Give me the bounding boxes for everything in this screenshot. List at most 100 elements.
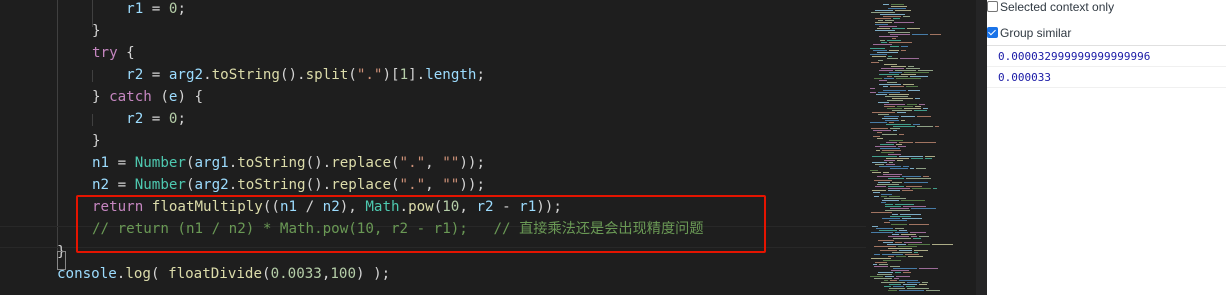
- minimap-line: [893, 130, 897, 131]
- code-token: ".": [399, 155, 426, 171]
- minimap-line: [871, 258, 891, 259]
- minimap-line: [879, 26, 897, 27]
- minimap-line: [882, 200, 899, 201]
- minimap-line: [872, 112, 895, 113]
- minimap-line: [893, 268, 917, 269]
- minimap-line: [899, 142, 913, 143]
- code-token: )[: [382, 67, 400, 83]
- minimap-line: [884, 106, 895, 107]
- minimap-line: [917, 116, 931, 117]
- minimap-line: [892, 214, 898, 215]
- code-line: }: [92, 20, 101, 42]
- minimap-line: [877, 138, 883, 139]
- minimap-line: [908, 244, 930, 245]
- minimap-line: [901, 234, 916, 235]
- minimap-line: [890, 86, 904, 87]
- minimap-line: [870, 276, 883, 277]
- minimap-line: [885, 276, 894, 277]
- minimap-line: [919, 236, 929, 237]
- minimap-line: [872, 162, 887, 163]
- minimap[interactable]: [866, 0, 976, 295]
- code-token: =: [151, 111, 169, 127]
- minimap-line: [923, 108, 928, 109]
- minimap-line: [873, 44, 892, 45]
- minimap-line: [884, 280, 888, 281]
- minimap-line: [871, 232, 893, 233]
- minimap-line: [870, 48, 885, 49]
- minimap-line: [881, 194, 892, 195]
- code-token: n1: [92, 155, 118, 171]
- minimap-line: [888, 188, 910, 189]
- minimap-line: [882, 254, 903, 255]
- minimap-line: [892, 28, 905, 29]
- code-token: ().: [279, 67, 306, 83]
- minimap-line: [897, 160, 903, 161]
- minimap-line: [874, 78, 882, 79]
- selected-context-checkbox[interactable]: [987, 1, 998, 12]
- group-similar-checkbox[interactable]: [987, 27, 998, 38]
- minimap-line: [888, 248, 912, 249]
- minimap-line: [890, 208, 909, 209]
- code-token: arg2: [168, 67, 204, 83]
- minimap-line: [877, 184, 899, 185]
- minimap-line: [903, 16, 910, 17]
- minimap-line: [896, 78, 921, 79]
- minimap-line: [899, 230, 907, 231]
- code-token: 1: [399, 67, 409, 83]
- minimap-line: [889, 140, 903, 141]
- minimap-line: [885, 20, 894, 21]
- minimap-line: [871, 62, 879, 63]
- minimap-line: [875, 22, 892, 23]
- minimap-line: [875, 186, 886, 187]
- minimap-line: [906, 86, 918, 87]
- code-token: =: [117, 177, 135, 193]
- minimap-line: [888, 178, 904, 179]
- minimap-line: [874, 180, 892, 181]
- console-message: 0.000033: [987, 67, 1226, 88]
- minimap-line: [873, 50, 887, 51]
- minimap-line: [901, 116, 915, 117]
- minimap-line: [893, 126, 915, 127]
- minimap-line: [897, 112, 906, 113]
- code-token: ".": [399, 177, 426, 193]
- minimap-line: [889, 42, 912, 43]
- code-token: .: [228, 177, 238, 193]
- code-token: ().: [305, 155, 332, 171]
- minimap-line: [891, 270, 909, 271]
- code-line: }: [92, 130, 101, 152]
- minimap-line: [871, 128, 888, 129]
- minimap-line: [879, 80, 887, 81]
- minimap-line: [890, 266, 900, 267]
- selected-context-label: Selected context only: [1000, 0, 1115, 14]
- code-token: }: [92, 89, 110, 105]
- code-token: r2: [92, 67, 152, 83]
- code-token: 100: [330, 266, 356, 282]
- minimap-line: [886, 158, 909, 159]
- minimap-line: [933, 188, 937, 189]
- code-token: r2: [92, 111, 152, 127]
- minimap-line: [881, 282, 905, 283]
- minimap-line: [878, 114, 889, 115]
- code-token: ,: [425, 177, 443, 193]
- code-editor[interactable]: r1 = 0;} try { r2 = arg2.toString().split…: [0, 0, 866, 295]
- minimap-line: [886, 164, 895, 165]
- code-token: =: [151, 67, 169, 83]
- minimap-line: [881, 68, 904, 69]
- minimap-line: [906, 68, 920, 69]
- minimap-line: [892, 110, 912, 111]
- minimap-line: [873, 130, 891, 131]
- minimap-line: [880, 14, 905, 15]
- minimap-line: [870, 88, 875, 89]
- minimap-line: [901, 120, 905, 121]
- code-token: floatDivide: [168, 266, 263, 282]
- code-token: try: [92, 45, 118, 61]
- code-token: length: [425, 67, 477, 83]
- minimap-line: [876, 150, 880, 151]
- code-token: ,: [425, 155, 443, 171]
- minimap-line: [908, 256, 923, 257]
- minimap-line: [895, 232, 908, 233]
- minimap-line: [935, 126, 939, 127]
- code-token: (: [185, 177, 195, 193]
- minimap-line: [899, 134, 904, 135]
- vertical-scrollbar[interactable]: [976, 0, 987, 295]
